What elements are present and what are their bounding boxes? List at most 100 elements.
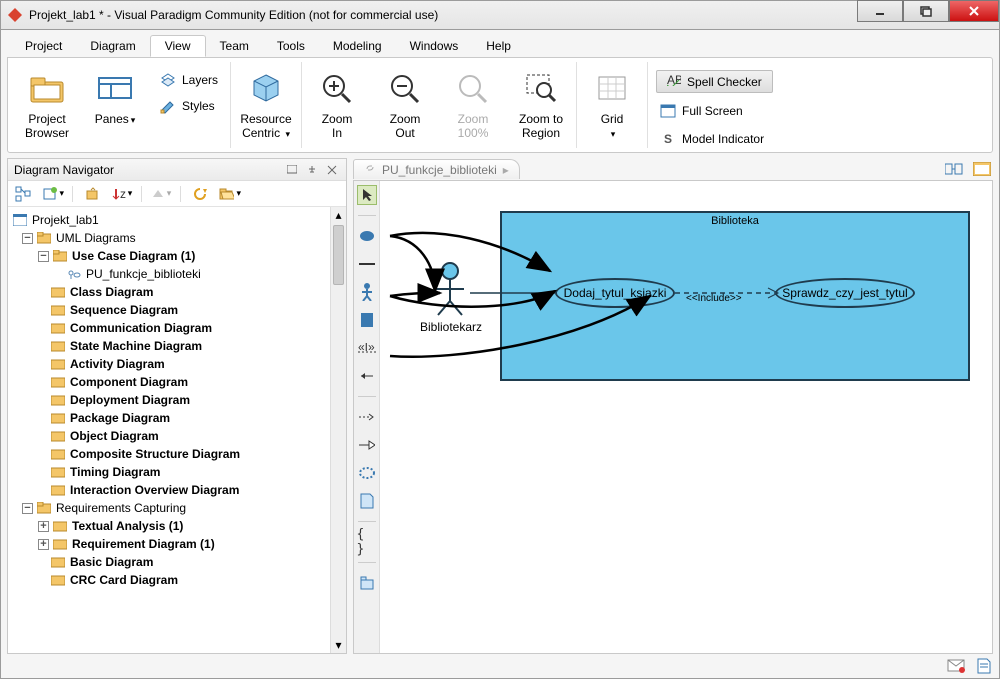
tree-package[interactable]: Package Diagram — [10, 409, 344, 427]
menu-help[interactable]: Help — [472, 36, 525, 56]
panel-pin-icon[interactable] — [304, 163, 320, 177]
menu-bar: Project Diagram View Team Tools Modeling… — [7, 34, 993, 58]
menu-windows[interactable]: Windows — [396, 36, 473, 56]
menu-tools[interactable]: Tools — [263, 36, 319, 56]
tree-composite[interactable]: Composite Structure Diagram — [10, 445, 344, 463]
panel-icon[interactable] — [971, 160, 993, 178]
panel-close-icon[interactable] — [324, 163, 340, 177]
tree-label: UML Diagrams — [56, 231, 136, 245]
ribbon-styles-label: Styles — [182, 99, 215, 113]
palette-include-icon[interactable]: «I» — [357, 338, 377, 358]
palette-extend-icon[interactable] — [357, 366, 377, 386]
tree-uml-diagrams[interactable]: −UML Diagrams — [10, 229, 344, 247]
tree-deployment[interactable]: Deployment Diagram — [10, 391, 344, 409]
messages-icon[interactable] — [947, 658, 965, 674]
scroll-thumb[interactable] — [333, 225, 344, 285]
folder-icon — [52, 249, 68, 263]
window-minimize-button[interactable] — [857, 0, 903, 22]
tree-interaction[interactable]: Interaction Overview Diagram — [10, 481, 344, 499]
tree-usecase-item[interactable]: PU_funkcje_biblioteki — [10, 265, 344, 283]
tree-label: Class Diagram — [70, 285, 153, 299]
palette-cursor-icon[interactable] — [357, 185, 377, 205]
nav-tool-open-icon[interactable]: ▾ — [219, 184, 241, 204]
cube-icon — [248, 68, 284, 110]
palette-package-icon[interactable] — [357, 573, 377, 593]
tree-usecase-folder[interactable]: −Use Case Diagram (1) — [10, 247, 344, 265]
layout-icon[interactable] — [943, 160, 965, 178]
palette-actor-icon[interactable] — [357, 282, 377, 302]
window-maximize-button[interactable] — [903, 0, 949, 22]
tree-textual[interactable]: +Textual Analysis (1) — [10, 517, 344, 535]
diagram-canvas[interactable]: Bibliotekarz Biblioteka Dodaj_tytul_ksia… — [380, 181, 992, 653]
palette-note-icon[interactable] — [357, 491, 377, 511]
tree-req-capturing[interactable]: −Requirements Capturing — [10, 499, 344, 517]
ribbon-full-screen-label: Full Screen — [682, 104, 743, 118]
nav-tool-new-icon[interactable]: ▾ — [42, 184, 64, 204]
nav-tool-collapse-icon[interactable] — [81, 184, 103, 204]
window-close-button[interactable] — [949, 0, 999, 22]
ribbon-project-browser[interactable]: Project Browser — [20, 66, 74, 140]
palette-dependency-icon[interactable] — [357, 407, 377, 427]
palette-collaboration-icon[interactable] — [357, 463, 377, 483]
ribbon-zoom-out[interactable]: Zoom Out — [378, 66, 432, 140]
ribbon-zoom-region-label: Zoom to Region — [519, 112, 563, 140]
folder-icon — [27, 68, 67, 110]
tree-basic[interactable]: Basic Diagram — [10, 553, 344, 571]
tab-chevron-icon[interactable]: ▸ — [503, 163, 509, 177]
menu-project[interactable]: Project — [11, 36, 76, 56]
palette-association-icon[interactable] — [357, 254, 377, 274]
palette-constraint-icon[interactable]: { } — [357, 532, 377, 552]
ribbon-model-indicator[interactable]: S Model Indicator — [656, 129, 773, 149]
tree-object[interactable]: Object Diagram — [10, 427, 344, 445]
tree-label: Activity Diagram — [70, 357, 165, 371]
ribbon-zoom-in-label: Zoom In — [322, 112, 353, 140]
zoom-out-icon — [388, 68, 422, 110]
ribbon-zoom-region[interactable]: Zoom to Region — [514, 66, 568, 140]
tree-requirement[interactable]: +Requirement Diagram (1) — [10, 535, 344, 553]
ribbon-styles[interactable]: Styles — [156, 96, 222, 116]
tree-state[interactable]: State Machine Diagram — [10, 337, 344, 355]
ribbon-grid[interactable]: Grid▾ — [585, 66, 639, 141]
tree-scrollbar[interactable]: ▴ ▾ — [330, 207, 346, 653]
tree-class[interactable]: Class Diagram — [10, 283, 344, 301]
panel-window-icon[interactable] — [284, 163, 300, 177]
svg-text:z: z — [120, 187, 126, 201]
ribbon-full-screen[interactable]: Full Screen — [656, 101, 773, 121]
nav-tool-up-icon[interactable]: ▾ — [150, 184, 172, 204]
tree-sequence[interactable]: Sequence Diagram — [10, 301, 344, 319]
ribbon-zoom-100[interactable]: Zoom 100% — [446, 66, 500, 140]
tree-communication[interactable]: Communication Diagram — [10, 319, 344, 337]
palette-usecase-icon[interactable] — [357, 226, 377, 246]
nav-tool-tree-icon[interactable] — [12, 184, 34, 204]
menu-team[interactable]: Team — [206, 36, 263, 56]
palette-system-icon[interactable] — [357, 310, 377, 330]
menu-view[interactable]: View — [150, 35, 206, 57]
diagram-navigator-panel: Diagram Navigator ▾ z▾ ▾ ▾ Projekt_lab1 … — [7, 158, 347, 654]
ribbon-layers[interactable]: Layers — [156, 70, 222, 90]
ribbon-layers-label: Layers — [182, 73, 218, 87]
nav-tool-refresh-icon[interactable] — [189, 184, 211, 204]
document-tab[interactable]: PU_funkcje_biblioteki ▸ — [353, 159, 520, 179]
ribbon-panes[interactable]: Panes▾ — [88, 66, 142, 127]
tree-label: Use Case Diagram (1) — [72, 249, 195, 263]
ribbon-zoom-in[interactable]: Zoom In — [310, 66, 364, 140]
note-page-icon[interactable] — [975, 658, 993, 674]
navigator-tree[interactable]: Projekt_lab1 −UML Diagrams −Use Case Dia… — [8, 207, 346, 653]
nav-tool-sort-icon[interactable]: z▾ — [111, 184, 133, 204]
ribbon-resource-centric[interactable]: Resource Centric ▾ — [239, 66, 293, 141]
tree-root[interactable]: Projekt_lab1 — [10, 211, 344, 229]
menu-diagram[interactable]: Diagram — [76, 36, 149, 56]
scroll-down-icon[interactable]: ▾ — [331, 637, 346, 653]
tree-timing[interactable]: Timing Diagram — [10, 463, 344, 481]
tree-label: Composite Structure Diagram — [70, 447, 240, 461]
ribbon-spell-checker[interactable]: ABC Spell Checker — [656, 70, 773, 93]
palette-generalization-icon[interactable] — [357, 435, 377, 455]
model-indicator-icon: S — [660, 131, 676, 147]
tree-crc[interactable]: CRC Card Diagram — [10, 571, 344, 589]
ribbon-model-indicator-label: Model Indicator — [682, 132, 764, 146]
tree-label: Sequence Diagram — [70, 303, 178, 317]
scroll-up-icon[interactable]: ▴ — [331, 207, 346, 223]
tree-component[interactable]: Component Diagram — [10, 373, 344, 391]
tree-activity[interactable]: Activity Diagram — [10, 355, 344, 373]
menu-modeling[interactable]: Modeling — [319, 36, 396, 56]
